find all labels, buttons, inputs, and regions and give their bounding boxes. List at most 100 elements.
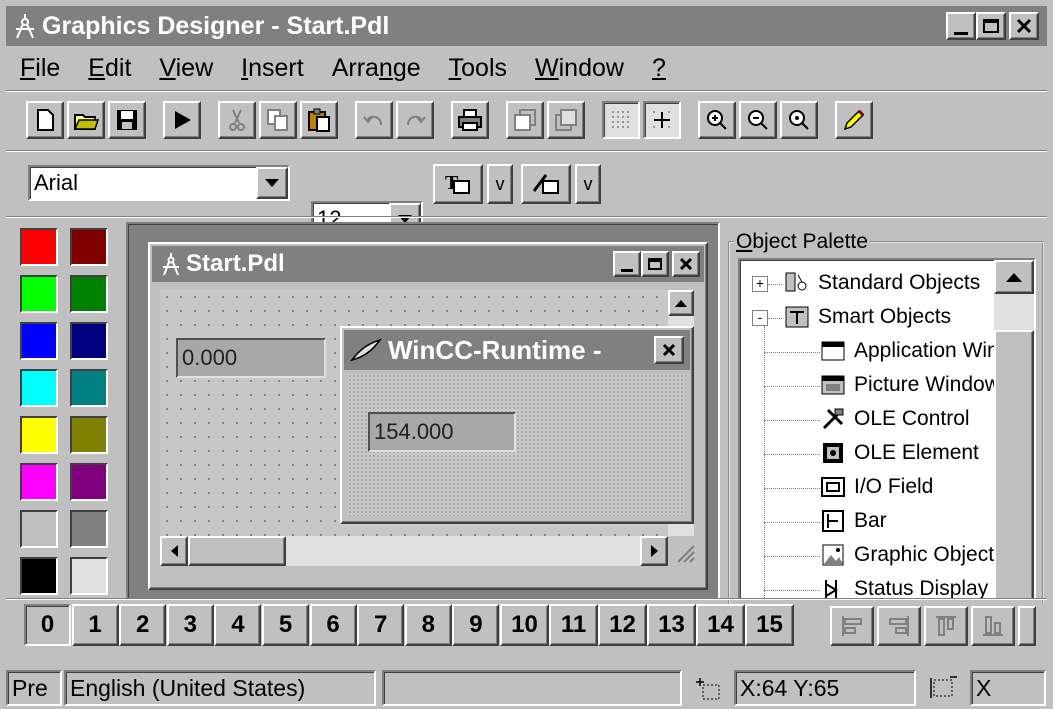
resize-grip-icon[interactable] xyxy=(670,538,696,564)
align-left-button[interactable] xyxy=(830,606,874,646)
tree-item[interactable]: OLE Control xyxy=(820,406,970,432)
tree-item[interactable]: Smart Objects xyxy=(784,304,951,330)
layer-button-8[interactable]: 8 xyxy=(404,604,452,646)
text-color-button[interactable]: T xyxy=(433,164,483,204)
grid-button[interactable] xyxy=(602,101,640,139)
bring-to-front-button[interactable] xyxy=(506,101,544,139)
layer-button-9[interactable]: 9 xyxy=(452,604,500,646)
menu-arrange[interactable]: Arrange xyxy=(318,54,435,83)
line-color-button[interactable] xyxy=(521,164,571,204)
layer-button-14[interactable]: 14 xyxy=(696,604,745,646)
layer-button-5[interactable]: 5 xyxy=(262,604,309,646)
wincc-runtime-window[interactable]: WinCC-Runtime - 154.000 xyxy=(340,326,694,524)
layer-button-11[interactable]: 11 xyxy=(549,604,598,646)
run-button[interactable] xyxy=(163,101,201,139)
tree-item[interactable]: Bar xyxy=(820,508,887,534)
color-swatch[interactable] xyxy=(20,322,58,360)
layer-button-6[interactable]: 6 xyxy=(309,604,357,646)
tree-item[interactable]: Status Display xyxy=(820,576,988,598)
color-swatch[interactable] xyxy=(20,416,58,454)
layer-button-7[interactable]: 7 xyxy=(357,604,405,646)
child-maximize-button[interactable] xyxy=(641,251,669,277)
start-pdl-titlebar[interactable]: Start.Pdl xyxy=(152,246,704,282)
menu-file[interactable]: File xyxy=(6,54,74,83)
color-swatch[interactable] xyxy=(70,322,108,360)
color-swatch[interactable] xyxy=(70,275,108,313)
color-swatch[interactable] xyxy=(70,510,108,548)
runtime-titlebar[interactable]: WinCC-Runtime - xyxy=(344,330,690,370)
horizontal-scrollbar[interactable] xyxy=(160,536,668,566)
expand-icon[interactable]: + xyxy=(752,276,768,292)
tree-item[interactable]: I/O Field xyxy=(820,474,933,500)
menu-window[interactable]: Window xyxy=(521,54,638,83)
redo-button[interactable] xyxy=(396,101,434,139)
menu-help[interactable]: ? xyxy=(638,54,680,83)
line-color-dropdown[interactable]: v xyxy=(575,164,601,204)
undo-button[interactable] xyxy=(355,101,393,139)
zoom-out-button[interactable] xyxy=(739,101,777,139)
new-button[interactable] xyxy=(26,101,64,139)
menu-edit[interactable]: Edit xyxy=(74,54,145,83)
child-minimize-button[interactable] xyxy=(613,251,641,277)
runtime-close-button[interactable] xyxy=(654,336,684,364)
io-field-start[interactable]: 0.000 xyxy=(176,338,326,378)
layer-button-1[interactable]: 1 xyxy=(71,604,119,646)
layer-button-12[interactable]: 12 xyxy=(598,604,647,646)
align-bottom-button[interactable] xyxy=(971,606,1015,646)
menu-insert[interactable]: Insert xyxy=(227,54,318,83)
scroll-up-button[interactable] xyxy=(668,290,694,316)
horizontal-scroll-thumb[interactable] xyxy=(188,536,286,566)
align-top-button[interactable] xyxy=(924,606,968,646)
tree-item[interactable]: Standard Objects xyxy=(784,270,980,296)
color-swatch[interactable] xyxy=(70,369,108,407)
tree-scroll-thumb[interactable] xyxy=(994,330,1034,598)
collapse-icon[interactable]: - xyxy=(752,310,768,326)
zoom-in-button[interactable] xyxy=(698,101,736,139)
close-button[interactable] xyxy=(1009,12,1039,40)
color-swatch[interactable] xyxy=(70,416,108,454)
layer-button-4[interactable]: 4 xyxy=(214,604,262,646)
scroll-right-button[interactable] xyxy=(640,536,668,566)
color-swatch[interactable] xyxy=(20,369,58,407)
tree-item[interactable]: Graphic Object xyxy=(820,542,994,568)
tree-item[interactable]: Picture Window xyxy=(820,372,1000,398)
tree-item[interactable]: OLE Element xyxy=(820,440,979,466)
menu-tools[interactable]: Tools xyxy=(435,54,521,83)
open-button[interactable] xyxy=(67,101,105,139)
save-button[interactable] xyxy=(108,101,146,139)
tree-scrollbar[interactable] xyxy=(994,260,1034,598)
color-swatch[interactable] xyxy=(20,275,58,313)
paste-button[interactable] xyxy=(300,101,338,139)
text-color-dropdown[interactable]: v xyxy=(487,164,513,204)
cut-button[interactable] xyxy=(218,101,256,139)
font-dropdown-button[interactable] xyxy=(256,167,288,199)
menu-view[interactable]: View xyxy=(145,54,227,83)
scroll-left-button[interactable] xyxy=(160,536,188,566)
color-swatch[interactable] xyxy=(70,557,108,595)
layer-button-10[interactable]: 10 xyxy=(500,604,549,646)
snap-to-grid-button[interactable] xyxy=(643,101,681,139)
layer-button-13[interactable]: 13 xyxy=(647,604,696,646)
print-button[interactable] xyxy=(451,101,489,139)
io-field-runtime[interactable]: 154.000 xyxy=(368,412,516,452)
color-swatch[interactable] xyxy=(20,228,58,266)
color-swatch[interactable] xyxy=(70,463,108,501)
send-to-back-button[interactable] xyxy=(547,101,585,139)
color-swatch[interactable] xyxy=(20,510,58,548)
color-swatch[interactable] xyxy=(20,463,58,501)
layer-button-3[interactable]: 3 xyxy=(166,604,214,646)
layer-button-15[interactable]: 15 xyxy=(745,604,794,646)
color-swatch[interactable] xyxy=(70,228,108,266)
copy-button[interactable] xyxy=(259,101,297,139)
align-more-button[interactable] xyxy=(1018,606,1036,646)
font-select[interactable]: Arial xyxy=(28,165,290,201)
layer-button-2[interactable]: 2 xyxy=(119,604,167,646)
color-swatch[interactable] xyxy=(20,557,58,595)
zoom-button[interactable] xyxy=(780,101,818,139)
edit-tool-button[interactable] xyxy=(835,101,873,139)
layer-button-0[interactable]: 0 xyxy=(24,604,71,646)
child-close-button[interactable] xyxy=(672,251,700,277)
maximize-button[interactable] xyxy=(976,12,1006,40)
align-right-button[interactable] xyxy=(877,606,921,646)
tree-scroll-up-button[interactable] xyxy=(994,260,1034,294)
